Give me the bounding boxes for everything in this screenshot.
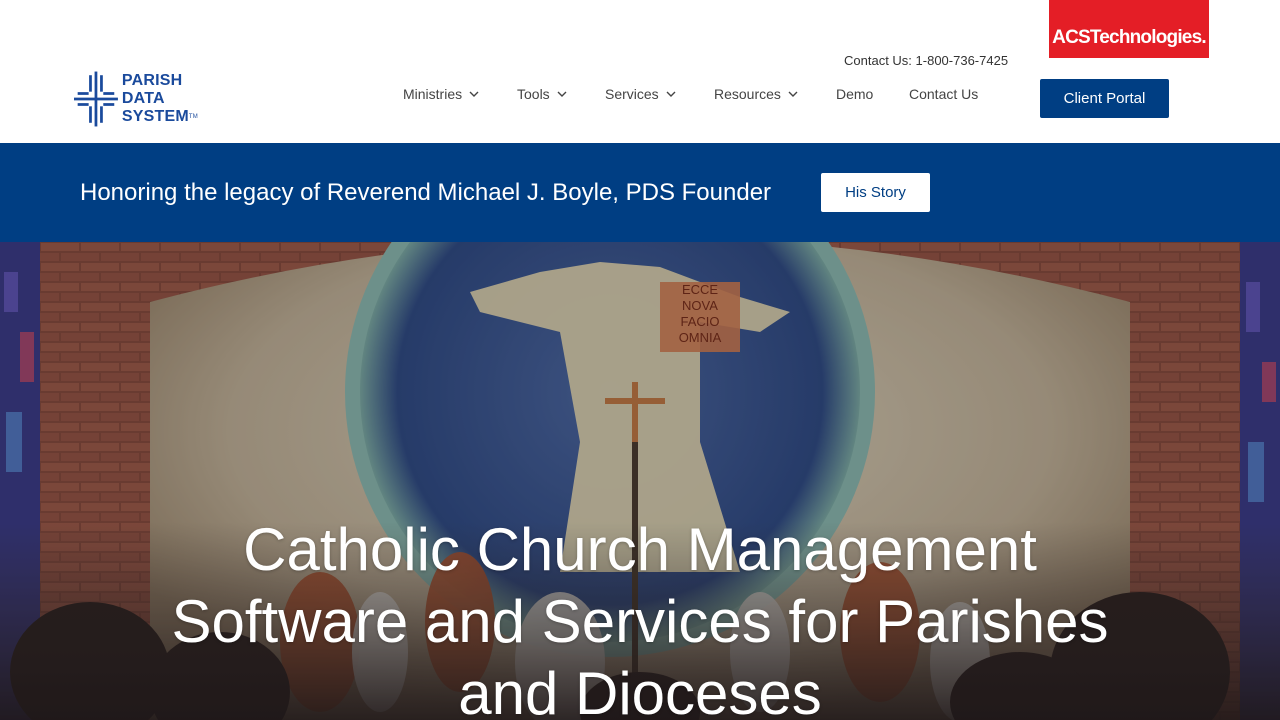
logo-trademark: TM bbox=[188, 114, 198, 120]
hero-title: Catholic Church Management Software and … bbox=[171, 516, 1109, 720]
nav-item-label: Contact Us bbox=[909, 86, 979, 102]
contact-phone[interactable]: Contact Us: 1-800-736-7425 bbox=[844, 53, 1008, 68]
site-header: Parish Data SystemTM ACSTechnologies. Co… bbox=[0, 0, 1280, 143]
parish-data-system-logo[interactable]: Parish Data SystemTM bbox=[74, 68, 198, 130]
chevron-down-icon bbox=[557, 91, 567, 97]
nav-item-label: Demo bbox=[836, 86, 874, 102]
chevron-down-icon bbox=[666, 91, 676, 97]
logo-line-data: Data bbox=[121, 90, 165, 107]
banner-text: Honoring the legacy of Reverend Michael … bbox=[80, 179, 772, 206]
logo-line-parish: Parish bbox=[121, 72, 183, 89]
nav-item-demo[interactable]: Demo bbox=[836, 86, 909, 102]
chevron-down-icon bbox=[788, 91, 798, 97]
nav-item-label: Tools bbox=[517, 86, 550, 102]
logo-line-system: SystemTM bbox=[122, 108, 198, 126]
acs-technologies-badge[interactable]: ACSTechnologies. bbox=[1049, 0, 1209, 58]
main-navigation: Ministries Tools Services Resources Demo… bbox=[403, 84, 978, 104]
his-story-button[interactable]: His Story bbox=[821, 173, 930, 212]
nav-item-resources[interactable]: Resources bbox=[714, 86, 836, 102]
nav-item-ministries[interactable]: Ministries bbox=[403, 86, 517, 102]
nav-item-services[interactable]: Services bbox=[605, 86, 714, 102]
founder-banner: Honoring the legacy of Reverend Michael … bbox=[0, 143, 1280, 242]
nav-item-label: Ministries bbox=[403, 86, 463, 102]
logo-wordmark: Parish Data SystemTM bbox=[122, 72, 198, 126]
pds-cross-icon bbox=[74, 71, 118, 127]
hero-section: ECCE NOVA FACIO OMNIA Catholic Church Ma… bbox=[0, 242, 1280, 720]
chevron-down-icon bbox=[469, 91, 479, 97]
logo-line-system-text: System bbox=[121, 108, 189, 125]
client-portal-button[interactable]: Client Portal bbox=[1040, 79, 1169, 118]
nav-item-label: Services bbox=[605, 86, 659, 102]
nav-item-tools[interactable]: Tools bbox=[517, 86, 605, 102]
nav-item-contact-us[interactable]: Contact Us bbox=[909, 86, 978, 102]
acs-technologies-logo-text: ACSTechnologies. bbox=[1052, 27, 1206, 48]
nav-item-label: Resources bbox=[714, 86, 781, 102]
